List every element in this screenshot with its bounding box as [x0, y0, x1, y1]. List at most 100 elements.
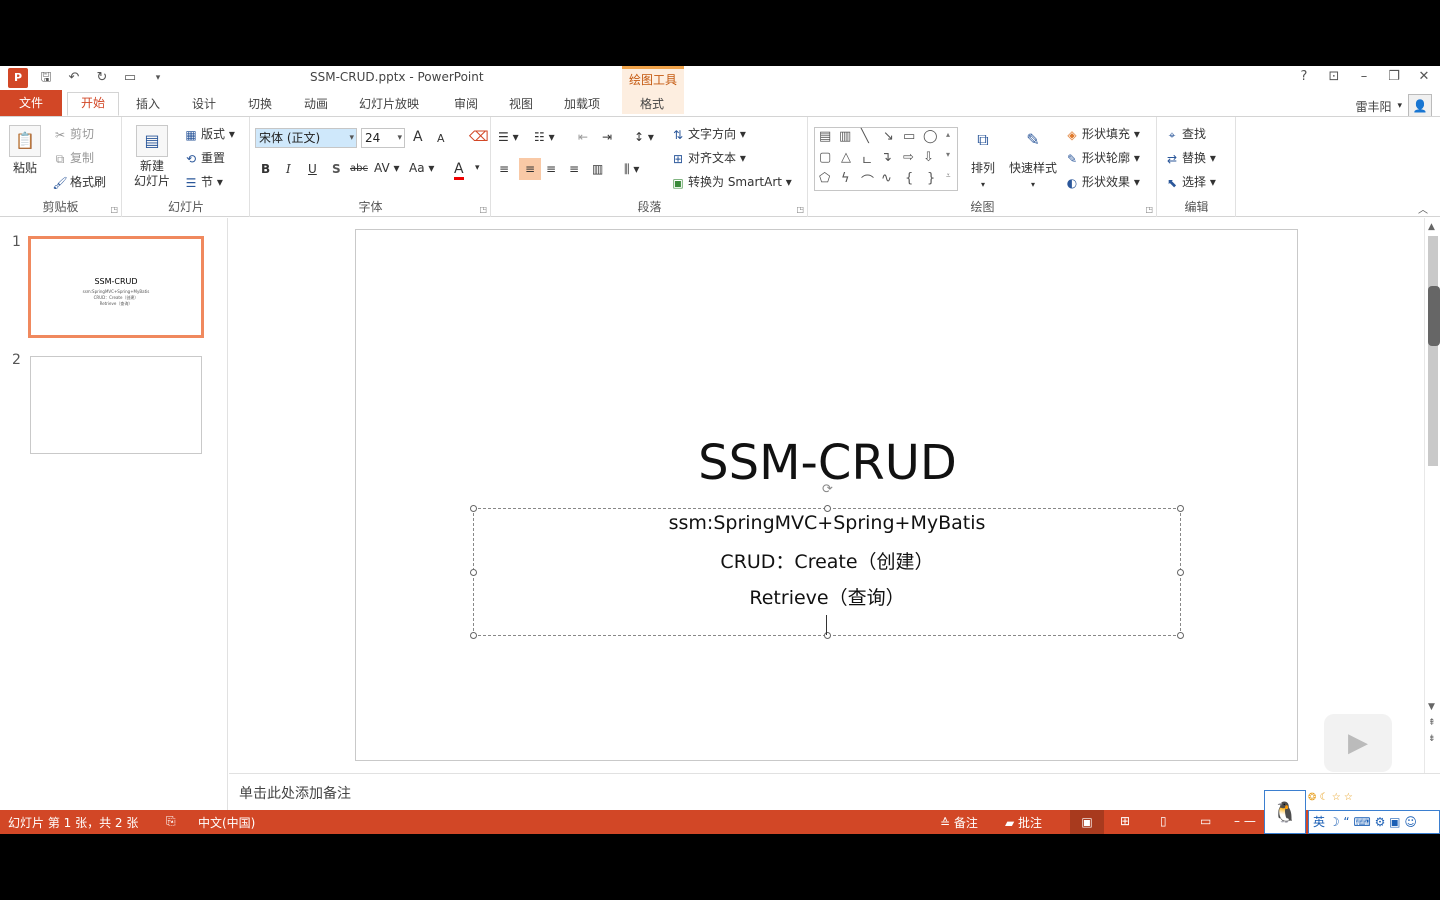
tab-file[interactable]: 文件 [0, 90, 62, 116]
align-left-icon[interactable]: ≡ [499, 162, 509, 176]
bullets-icon[interactable]: ☰ ▾ [498, 130, 519, 144]
grow-font-button[interactable]: A [413, 129, 423, 145]
increase-indent-icon[interactable]: ⇥ [602, 130, 612, 144]
chevron-down-icon[interactable]: ▾ [475, 163, 480, 173]
emoji-icon[interactable]: ☺ [1404, 815, 1417, 829]
change-case-button[interactable]: Aa ▾ [409, 161, 434, 175]
numbering-icon[interactable]: ☷ ▾ [534, 130, 555, 144]
redo-icon[interactable]: ↻ [92, 68, 112, 88]
textbox-shape-icon[interactable]: ▤ [819, 129, 831, 144]
language-status[interactable]: 中文(中国) [198, 814, 255, 831]
resize-handle[interactable] [470, 505, 477, 512]
font-color-button[interactable]: A [454, 161, 464, 180]
arrow-line-shape-icon[interactable]: ↘ [883, 129, 894, 144]
paste-button[interactable]: 📋 粘贴 [8, 125, 42, 176]
scrollbar-thumb[interactable] [1428, 236, 1438, 466]
underline-button[interactable]: U [308, 162, 317, 176]
notes-toggle[interactable]: ≙ 备注 [940, 814, 978, 831]
next-slide-icon[interactable]: ⇟ [1428, 734, 1436, 744]
line-spacing-icon[interactable]: ↕ ▾ [634, 130, 654, 144]
shape-effects-button[interactable]: ◐ 形状效果 ▾ [1064, 173, 1140, 191]
decrease-indent-icon[interactable]: ⇤ [578, 130, 588, 144]
replace-button[interactable]: ⇄ 替换 ▾ [1164, 149, 1216, 167]
cut-button[interactable]: ✂ 剪切 [52, 125, 94, 143]
tab-format[interactable]: 格式 [640, 95, 664, 112]
normal-view-icon[interactable]: ▣ [1070, 810, 1104, 834]
close-icon[interactable]: ✕ [1416, 69, 1432, 84]
slideshow-view-icon[interactable]: ▭ [1200, 814, 1211, 828]
resize-handle[interactable] [824, 505, 831, 512]
previous-slide-icon[interactable]: ⇞ [1428, 718, 1436, 728]
scribble-shape-icon[interactable]: ϟ [841, 171, 850, 186]
ribbon-display-icon[interactable]: ⊡ [1326, 69, 1342, 84]
ime-toolbar[interactable]: 🐧 ❂ ☾ ☆ ☆ 英 ☽ “ ⌨ ⚙ ▣ ☺ [1264, 790, 1440, 834]
comments-toggle[interactable]: ▰ 批注 [1005, 814, 1042, 831]
reset-button[interactable]: ⟲ 重置 [183, 149, 225, 167]
customize-qat-icon[interactable]: ▾ [148, 68, 168, 88]
tab-view[interactable]: 视图 [509, 95, 533, 112]
tab-home[interactable]: 开始 [67, 92, 119, 116]
align-right-icon[interactable]: ≡ [546, 162, 556, 176]
zoom-slider[interactable]: – — [1234, 814, 1256, 828]
justify-icon[interactable]: ≡ [569, 162, 579, 176]
gallery-more-icon[interactable]: ⩡ [946, 171, 951, 181]
resize-handle[interactable] [1177, 632, 1184, 639]
shape-outline-button[interactable]: ✎ 形状轮廓 ▾ [1064, 149, 1140, 167]
ime-mode[interactable]: 英 [1313, 815, 1325, 829]
quick-styles-button[interactable]: ✎ 快速样式 ▾ [1006, 125, 1060, 190]
slide-canvas[interactable]: SSM-CRUD ⟳ ssm:SpringMVC+Spring+MyBatis … [355, 229, 1298, 761]
half-width-icon[interactable]: ☽ [1329, 815, 1344, 829]
copy-button[interactable]: ⧉ 复制 [52, 149, 94, 167]
tab-animations[interactable]: 动画 [304, 95, 328, 112]
strikethrough-button[interactable]: abc [350, 163, 368, 174]
reading-view-icon[interactable]: ▯ [1160, 814, 1167, 828]
resize-handle[interactable] [1177, 505, 1184, 512]
left-brace-shape-icon[interactable]: { [905, 171, 913, 186]
shrink-font-button[interactable]: A [437, 132, 445, 145]
powerpoint-logo-icon[interactable]: P [8, 68, 28, 88]
tab-design[interactable]: 设计 [192, 95, 216, 112]
arrange-button[interactable]: ⧉ 排列 ▾ [965, 125, 1001, 190]
tab-slideshow[interactable]: 幻灯片放映 [359, 95, 419, 112]
tab-addins[interactable]: 加载项 [564, 95, 600, 112]
curve-shape-icon[interactable]: ∿ [881, 171, 892, 186]
select-button[interactable]: ⬉ 选择 ▾ [1164, 173, 1216, 191]
oval-shape-icon[interactable]: ◯ [923, 129, 938, 144]
scroll-down-icon[interactable]: ▼ [1428, 702, 1435, 712]
shadow-button[interactable]: S [332, 162, 341, 176]
clipboard-launcher-icon[interactable]: ◳ [110, 205, 118, 214]
elbow-arrow-shape-icon[interactable]: ↴ [881, 150, 892, 165]
minimize-icon[interactable]: – [1356, 69, 1372, 84]
notes-pane[interactable]: 单击此处添加备注 [229, 773, 1440, 810]
scroll-grip[interactable] [1428, 286, 1440, 346]
tab-transitions[interactable]: 切换 [248, 95, 272, 112]
shapes-gallery[interactable]: ▤ ▥ ╲ ↘ ▭ ◯ ▢ △ ㄴ ↴ ⇨ ⇩ ⬠ ϟ ⌒ ∿ { } ▴ ▾ … [814, 127, 958, 191]
scroll-up-icon[interactable]: ▲ [1428, 222, 1435, 232]
down-arrow-shape-icon[interactable]: ⇩ [923, 150, 934, 165]
section-button[interactable]: ☰ 节 ▾ [183, 173, 223, 191]
slide-thumbnail-1[interactable]: SSM-CRUD ssm:SpringMVC+Spring+MyBatis CR… [28, 236, 204, 338]
tab-insert[interactable]: 插入 [136, 95, 160, 112]
paragraph-launcher-icon[interactable]: ◳ [796, 205, 804, 214]
bold-button[interactable]: B [261, 162, 270, 176]
find-button[interactable]: ⌖ 查找 [1164, 125, 1206, 143]
clipboard-icon[interactable]: ▣ [1389, 815, 1404, 829]
font-name-combo[interactable]: 宋体 (正文) ▾ [255, 128, 357, 148]
save-icon[interactable]: 🖫 [36, 68, 56, 88]
settings-icon[interactable]: ⚙ [1375, 815, 1390, 829]
smartart-button[interactable]: ▣ 转换为 SmartArt ▾ [670, 173, 791, 191]
resize-handle[interactable] [470, 632, 477, 639]
rectangle-shape-icon[interactable]: ▭ [903, 129, 915, 144]
line-shape-icon[interactable]: ╲ [861, 129, 869, 144]
triangle-shape-icon[interactable]: △ [841, 150, 851, 165]
rounded-rectangle-shape-icon[interactable]: ▢ [819, 150, 831, 165]
start-from-beginning-icon[interactable]: ▭ [120, 68, 140, 88]
italic-button[interactable]: I [286, 162, 291, 176]
clear-format-icon[interactable]: ⌫ [469, 129, 489, 145]
rotate-handle-icon[interactable]: ⟳ [822, 482, 833, 497]
soft-keyboard-icon[interactable]: ⌨ [1353, 815, 1374, 829]
vertical-textbox-shape-icon[interactable]: ▥ [839, 129, 851, 144]
undo-icon[interactable]: ↶ [64, 68, 84, 88]
shape-fill-button[interactable]: ◈ 形状填充 ▾ [1064, 125, 1139, 143]
slide-thumbnail-2[interactable] [30, 356, 202, 454]
